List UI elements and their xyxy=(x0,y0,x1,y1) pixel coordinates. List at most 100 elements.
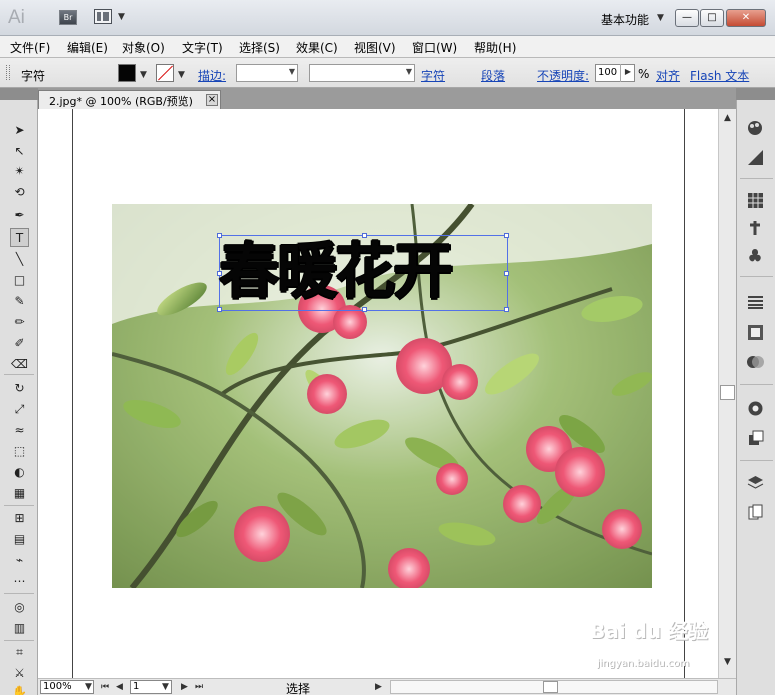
color-panel-icon[interactable] xyxy=(745,118,766,139)
menu-effect[interactable]: 效果(C) xyxy=(296,39,338,56)
graphic-styles-panel-icon[interactable] xyxy=(745,428,766,449)
document-tab[interactable]: 2.jpg* @ 100% (RGB/预览) × xyxy=(38,90,221,109)
shape-builder-tool-icon[interactable]: ◐ xyxy=(10,463,29,482)
workspace-switcher[interactable]: 基本功能 xyxy=(601,11,649,28)
arrange-documents-button[interactable] xyxy=(94,9,112,24)
stroke-link[interactable]: 描边: xyxy=(198,67,226,84)
previous-artboard-icon[interactable]: ◀ xyxy=(116,682,123,692)
transparency-panel-icon[interactable] xyxy=(745,352,766,373)
character-link[interactable]: 字符 xyxy=(421,67,445,84)
bridge-button[interactable]: Br xyxy=(59,10,77,25)
status-current-tool[interactable]: 选择 xyxy=(286,680,310,695)
hand-tool-icon[interactable]: ✋ xyxy=(10,683,29,695)
gradient-tool-icon[interactable]: ▤ xyxy=(10,530,29,549)
status-bar: 100% ▼ ⏮ ◀ 1 ▼ ▶ ⏭ 选择 ▶ xyxy=(38,678,736,695)
illustrator-window: Ai Br ▼ 基本功能 ▼ — □ ✕ 文件(F) 编辑(E) 对象(O) 文… xyxy=(0,0,775,695)
rectangle-tool-icon[interactable]: □ xyxy=(10,271,29,290)
brushes-panel-icon[interactable] xyxy=(745,218,766,239)
artboard-right-edge xyxy=(684,109,685,678)
scale-tool-icon[interactable]: ⤢ xyxy=(10,400,29,419)
stroke-swatch-icon[interactable] xyxy=(156,64,174,82)
direct-selection-tool-icon[interactable]: ↖ xyxy=(10,142,29,161)
color-guide-icon[interactable] xyxy=(745,147,766,168)
artboards-panel-icon[interactable] xyxy=(745,502,766,523)
warp-tool-icon[interactable]: ≈ xyxy=(10,421,29,440)
free-transform-tool-icon[interactable]: ⬚ xyxy=(10,442,29,461)
menu-edit[interactable]: 编辑(E) xyxy=(67,39,108,56)
headline-text[interactable]: 春暖花开 xyxy=(219,236,508,308)
zoom-dropdown-icon[interactable]: ▼ xyxy=(85,682,92,692)
menu-view[interactable]: 视图(V) xyxy=(354,39,396,56)
vertical-scroll-thumb[interactable] xyxy=(720,385,735,400)
symbol-sprayer-tool-icon[interactable]: ◎ xyxy=(10,598,29,617)
flash-text-link[interactable]: Flash 文本 xyxy=(690,67,749,84)
tools-panel: ➤ ↖ ✴ ⟲ ✒ T ╲ □ ✎ ✏ ✐ ⌫ ↻ ⤢ ≈ ⬚ ◐ ▦ ⊞ ▤ … xyxy=(0,100,38,695)
menu-window[interactable]: 窗口(W) xyxy=(412,39,457,56)
selection-tool-icon[interactable]: ➤ xyxy=(10,121,29,140)
next-artboard-icon[interactable]: ▶ xyxy=(181,682,188,692)
stroke-dropdown-icon[interactable]: ▼ xyxy=(178,70,185,80)
rotate-tool-icon[interactable]: ↻ xyxy=(10,379,29,398)
swatches-panel-icon[interactable] xyxy=(745,190,766,211)
menu-select[interactable]: 选择(S) xyxy=(239,39,280,56)
baidu-watermark: Bai du 经验 xyxy=(590,619,709,643)
column-graph-tool-icon[interactable]: ▥ xyxy=(10,619,29,638)
pencil-tool-icon[interactable]: ✏ xyxy=(10,313,29,332)
last-artboard-icon[interactable]: ⏭ xyxy=(195,682,203,692)
gradient-panel-icon[interactable] xyxy=(745,322,766,343)
fill-dropdown-icon[interactable]: ▼ xyxy=(140,70,147,80)
minimize-button[interactable]: — xyxy=(675,9,699,27)
layers-panel-icon[interactable] xyxy=(745,472,766,493)
menu-bar: 文件(F) 编辑(E) 对象(O) 文字(T) 选择(S) 效果(C) 视图(V… xyxy=(0,36,775,58)
artboard-tool-icon[interactable]: ⌗ xyxy=(10,643,29,662)
pen-tool-icon[interactable]: ✒ xyxy=(10,206,29,225)
arrange-dropdown-icon[interactable]: ▼ xyxy=(118,12,125,22)
perspective-grid-tool-icon[interactable]: ▦ xyxy=(10,484,29,503)
stroke-weight-dropdown[interactable]: ▼ xyxy=(236,64,298,82)
first-artboard-icon[interactable]: ⏮ xyxy=(101,682,109,692)
control-grip-icon[interactable] xyxy=(6,65,10,80)
mesh-tool-icon[interactable]: ⊞ xyxy=(10,509,29,528)
paintbrush-tool-icon[interactable]: ✎ xyxy=(10,292,29,311)
maximize-button[interactable]: □ xyxy=(700,9,724,27)
right-dock-header[interactable] xyxy=(736,88,775,100)
menu-file[interactable]: 文件(F) xyxy=(10,39,50,56)
opacity-dropdown-icon[interactable]: ▶ xyxy=(620,64,635,82)
menu-help[interactable]: 帮助(H) xyxy=(474,39,516,56)
tools-panel-header[interactable] xyxy=(0,88,38,100)
status-menu-icon[interactable]: ▶ xyxy=(375,682,382,692)
symbols-panel-icon[interactable] xyxy=(745,246,766,267)
eraser-tool-icon[interactable]: ⌫ xyxy=(10,355,29,374)
artboard-dropdown-icon[interactable]: ▼ xyxy=(162,682,169,692)
horizontal-scrollbar[interactable] xyxy=(390,680,718,694)
magic-wand-tool-icon[interactable]: ✴ xyxy=(10,162,29,181)
line-tool-icon[interactable]: ╲ xyxy=(10,250,29,269)
horizontal-scroll-thumb[interactable] xyxy=(543,681,558,693)
fill-swatch[interactable] xyxy=(118,64,136,82)
lasso-tool-icon[interactable]: ⟲ xyxy=(10,183,29,202)
paragraph-link[interactable]: 段落 xyxy=(481,67,505,84)
tools-divider xyxy=(4,593,34,594)
close-button[interactable]: ✕ xyxy=(726,9,766,27)
font-family-dropdown[interactable]: ▼ xyxy=(309,64,415,82)
eyedropper-tool-icon[interactable]: ⌁ xyxy=(10,551,29,570)
blend-tool-icon[interactable]: ⋯ xyxy=(10,572,29,591)
align-link[interactable]: 对齐 xyxy=(656,67,680,84)
opacity-label[interactable]: 不透明度: xyxy=(537,67,589,84)
blob-brush-tool-icon[interactable]: ✐ xyxy=(10,334,29,353)
title-bar: Ai Br ▼ 基本功能 ▼ — □ ✕ xyxy=(0,0,775,36)
opacity-unit: % xyxy=(638,67,650,81)
menu-type[interactable]: 文字(T) xyxy=(182,39,223,56)
menu-object[interactable]: 对象(O) xyxy=(122,39,165,56)
vertical-scrollbar[interactable]: ▲ ▼ xyxy=(718,109,736,678)
tools-divider xyxy=(4,505,34,506)
type-tool-icon[interactable]: T xyxy=(10,228,29,247)
scroll-down-icon[interactable]: ▼ xyxy=(724,657,731,667)
slice-tool-icon[interactable]: ⚔ xyxy=(10,664,29,683)
appearance-panel-icon[interactable] xyxy=(745,398,766,419)
close-tab-icon[interactable]: × xyxy=(206,94,218,106)
workspace-dropdown-icon[interactable]: ▼ xyxy=(657,13,664,23)
stroke-panel-icon[interactable] xyxy=(745,292,766,313)
scroll-up-icon[interactable]: ▲ xyxy=(724,113,731,123)
tools-divider xyxy=(4,374,34,375)
